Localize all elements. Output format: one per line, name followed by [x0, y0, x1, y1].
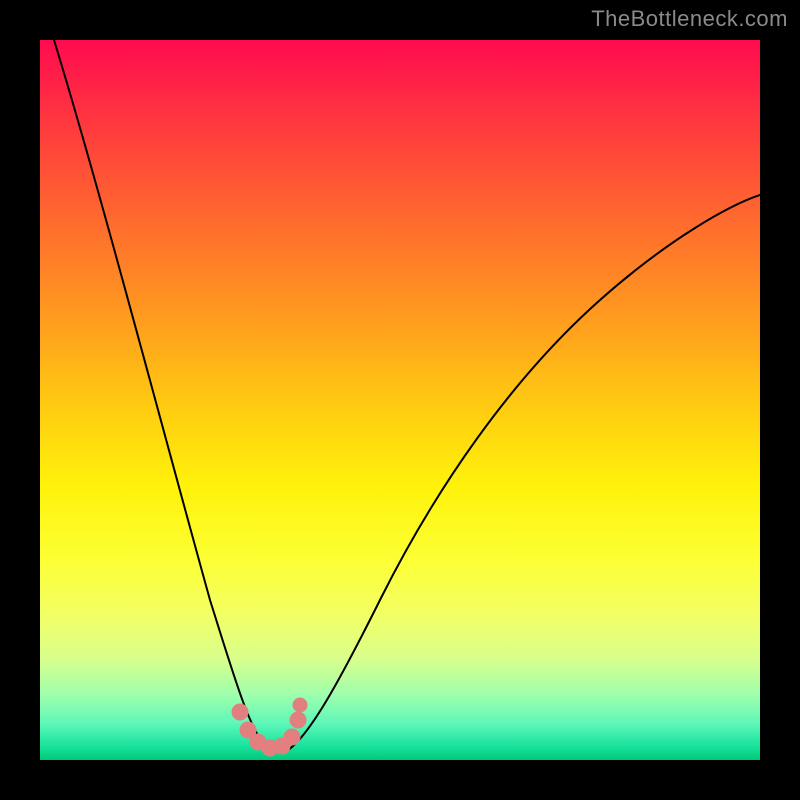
watermark-text: TheBottleneck.com	[591, 6, 788, 32]
curve-path	[54, 40, 760, 752]
bottleneck-curve	[40, 40, 760, 760]
plot-area	[40, 40, 760, 760]
marker-cluster	[232, 698, 307, 756]
chart-frame: TheBottleneck.com	[0, 0, 800, 800]
